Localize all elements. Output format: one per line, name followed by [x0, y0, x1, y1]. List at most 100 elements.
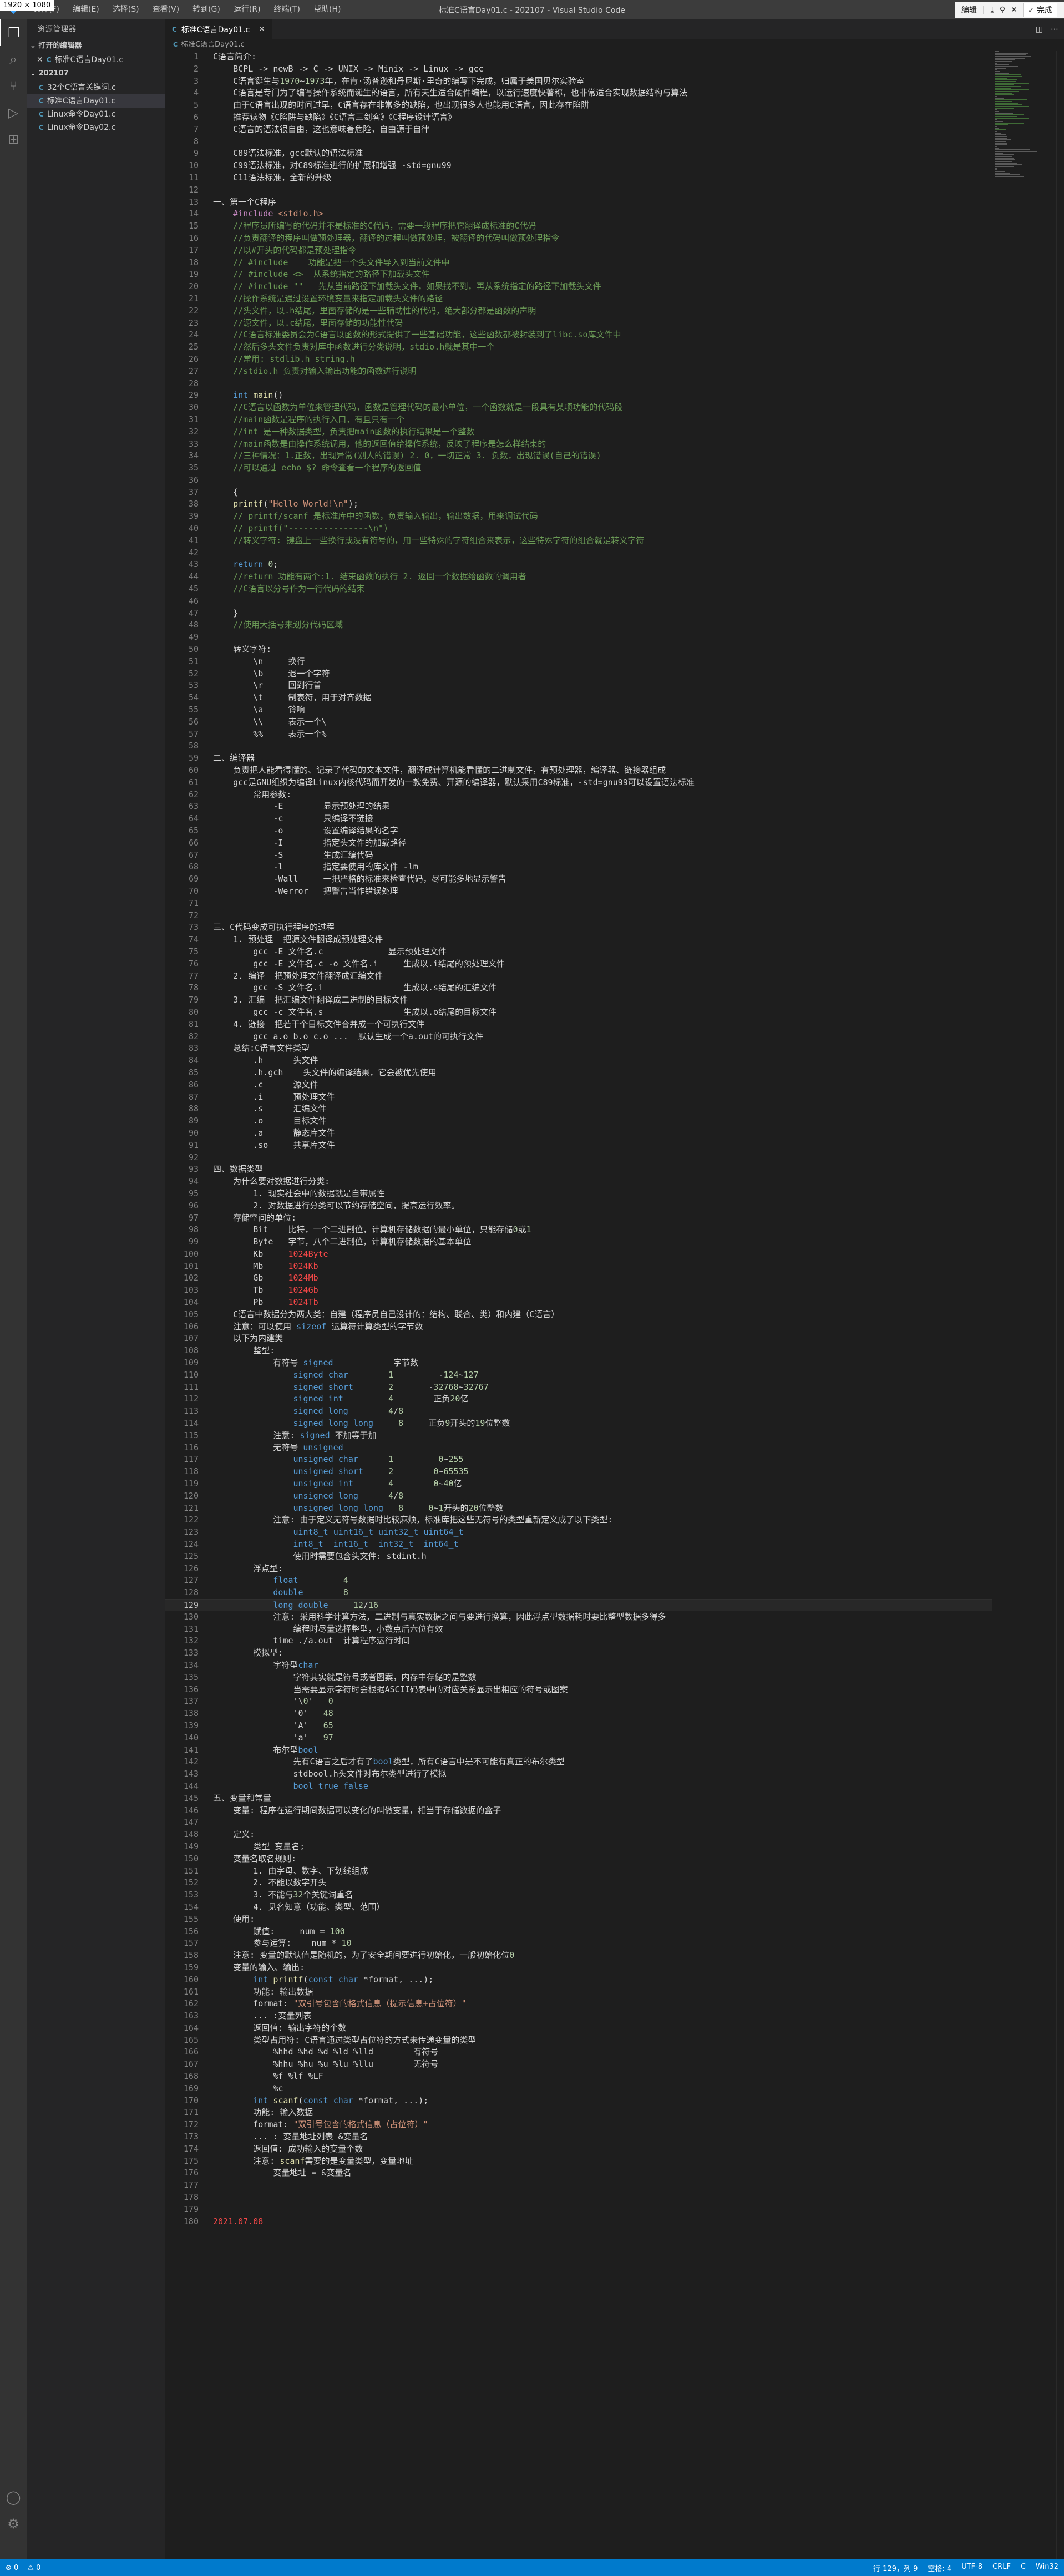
code-line[interactable]: 13 一、第一个C程序 [165, 196, 992, 209]
code-line[interactable]: 55 \a 铃响 [165, 704, 992, 716]
minimap[interactable] [995, 51, 1056, 179]
code-line[interactable]: 98 Bit 比特，一个二进制位，计算机存储数据的最小单位，只能存储0或1 [165, 1224, 992, 1236]
code-line[interactable]: 36 [165, 474, 992, 487]
code-line[interactable]: 66 -I 指定头文件的加载路径 [165, 837, 992, 849]
gear-icon[interactable]: ⚙ [0, 2511, 27, 2537]
extensions-icon[interactable]: ⊞ [0, 126, 27, 153]
code-line[interactable]: 22 //头文件，以.h结尾，里面存储的是一些辅助性的代码，绝大部分都是函数的声… [165, 305, 992, 317]
code-line[interactable]: 6 推荐读物《C陷阱与缺陷》《C语言三剑客》《C程序设计语言》 [165, 112, 992, 124]
code-line[interactable]: 82 gcc a.o b.o c.o ... 默认生成一个a.out的可执行文件 [165, 1031, 992, 1043]
code-line[interactable]: 43 return 0; [165, 559, 992, 571]
code-line[interactable]: 167 %hhu %hu %u %lu %llu 无符号 [165, 2058, 992, 2071]
code-line[interactable]: 137 '\0' 0 [165, 1696, 992, 1708]
code-line[interactable]: 19 // #include <> 从系统指定的路径下加载头文件 [165, 269, 992, 281]
tab-active-file[interactable]: C 标准C语言Day01.c ✕ [165, 19, 272, 39]
code-line[interactable]: 85 .h.gch 头文件的编译结果，它会被优先使用 [165, 1067, 992, 1079]
code-line[interactable]: 31 //main函数是程序的执行入口，有且只有一个 [165, 414, 992, 426]
code-line[interactable]: 61 gcc是GNU组织为编译Linux内核代码而开发的一款免费、开源的编译器，… [165, 777, 992, 789]
code-line[interactable]: 91 .so 共享库文件 [165, 1140, 992, 1152]
code-line[interactable]: 49 [165, 631, 992, 644]
code-line[interactable]: 11 C11语法标准，全新的升级 [165, 172, 992, 184]
code-line[interactable]: 164 返回值: 输出字符的个数 [165, 2022, 992, 2035]
code-line[interactable]: 89 .o 目标文件 [165, 1115, 992, 1127]
code-line[interactable]: 120 unsigned long 4/8 [165, 1490, 992, 1502]
code-line[interactable]: 71 [165, 898, 992, 910]
code-line[interactable]: 12 [165, 184, 992, 196]
code-line[interactable]: 108 整型: [165, 1345, 992, 1357]
code-line[interactable]: 112 signed int 4 正负20亿 [165, 1393, 992, 1405]
code-line[interactable]: 161 功能: 输出数据 [165, 1986, 992, 1998]
code-line[interactable]: 87 .i 预处理文件 [165, 1091, 992, 1104]
code-line[interactable]: 64 -c 只编译不链接 [165, 813, 992, 825]
code-line[interactable]: 126 浮点型: [165, 1563, 992, 1575]
code-line[interactable]: 20 // #include "" 先从当前路径下加载头文件，如果找不到，再从系… [165, 281, 992, 293]
code-line[interactable]: 78 gcc -S 文件名.i 生成以.s结尾的汇编文件 [165, 982, 992, 994]
code-line[interactable]: 135 字符其实就是符号或者图案，内存中存储的是整数 [165, 1672, 992, 1684]
code-line[interactable]: 5 由于C语言出现的时间过早，C语言存在非常多的缺陷，也出现很多人也能用C语言，… [165, 99, 992, 112]
code-line[interactable]: 123 uint8_t uint16_t uint32_t uint64_t [165, 1526, 992, 1538]
code-line[interactable]: 29 int main() [165, 389, 992, 402]
code-line[interactable]: 130 注意: 采用科学计算方法，二进制与真实数据之间与要进行换算，因此浮点型数… [165, 1611, 992, 1623]
code-line[interactable]: 143 stdbool.h头文件对布尔类型进行了模拟 [165, 1768, 992, 1780]
code-line[interactable]: 94 为什么要对数据进行分类: [165, 1176, 992, 1188]
code-line[interactable]: 24 //C语言标准委员会为C语言以函数的形式提供了一些基础功能，这些函数都被封… [165, 329, 992, 341]
menu-item[interactable]: 选择(S) [106, 0, 146, 19]
code-line[interactable]: 52 \b 退一个字符 [165, 668, 992, 680]
code-line[interactable]: 50 转义字符: [165, 644, 992, 656]
code-line[interactable]: 65 -o 设置编译结果的名字 [165, 825, 992, 837]
menu-item[interactable]: 终端(T) [267, 0, 307, 19]
code-line[interactable]: 153 3. 不能与32个关键词重名 [165, 1889, 992, 1901]
code-line[interactable]: 72 [165, 910, 992, 922]
code-line[interactable]: 179 [165, 2204, 992, 2216]
code-line[interactable]: 175 注意: scanf需要的是变量类型，变量地址 [165, 2155, 992, 2168]
code-line[interactable]: 154 4. 见名知意（功能、类型、范围） [165, 1901, 992, 1914]
vertical-scrollbar[interactable] [1056, 51, 1064, 2559]
download-icon[interactable]: ⤓ [991, 6, 994, 14]
code-line[interactable]: 102 Gb 1024Mb [165, 1272, 992, 1284]
code-line[interactable]: 56 \\ 表示一个\ [165, 716, 992, 728]
code-line[interactable]: 160 int printf(const char *format, ...); [165, 1974, 992, 1986]
code-line[interactable]: 133 模拟型: [165, 1647, 992, 1659]
code-line[interactable]: 113 signed long 4/8 [165, 1405, 992, 1418]
code-line[interactable]: 59 二、编译器 [165, 752, 992, 765]
code-line[interactable]: 147 [165, 1816, 992, 1829]
code-line[interactable]: 159 变量的输入、输出: [165, 1962, 992, 1974]
code-line[interactable]: 16 //负责翻译的程序叫做预处理器，翻译的过程叫做预处理，被翻译的代码叫做预处… [165, 232, 992, 245]
open-editors-section[interactable]: ⌄ 打开的编辑器 [27, 39, 165, 53]
code-line[interactable]: 37 { [165, 487, 992, 499]
code-line[interactable]: 96 2. 对数据进行分类可以节约存储空间，提高运行效率。 [165, 1200, 992, 1212]
code-line[interactable]: 171 功能: 输入数据 [165, 2107, 992, 2119]
code-line[interactable]: 121 unsigned long long 8 0~1开头的20位整数 [165, 1502, 992, 1515]
code-line[interactable]: 124 int8_t int16_t int32_t int64_t [165, 1538, 992, 1551]
code-line[interactable]: 42 [165, 547, 992, 559]
file-item[interactable]: C Linux命令Day02.c [27, 121, 165, 134]
code-line[interactable]: 80 gcc -c 文件名.s 生成以.o结尾的目标文件 [165, 1006, 992, 1019]
more-actions-icon[interactable]: ⋯ [1051, 25, 1058, 34]
code-line[interactable]: 88 .s 汇编文件 [165, 1103, 992, 1115]
code-line[interactable]: 51 \n 换行 [165, 656, 992, 668]
close-icon[interactable]: ✕ [37, 53, 43, 67]
code-line[interactable]: 158 注意: 变量的默认值是随机的，为了安全期间要进行初始化，一般初始化位0 [165, 1950, 992, 1962]
menu-item[interactable]: 运行(R) [227, 0, 267, 19]
pin-icon[interactable]: ⚲ [1000, 6, 1005, 14]
code-line[interactable]: 70 -Werror 把警告当作错误处理 [165, 885, 992, 898]
code-line[interactable]: 115 注意: signed 不加等于加 [165, 1430, 992, 1442]
language-mode[interactable]: C [1021, 2563, 1026, 2573]
close-icon[interactable]: ✕ [1011, 6, 1017, 14]
code-line[interactable]: 173 ... : 变量地址列表 &变量名 [165, 2131, 992, 2143]
code-line[interactable]: 104 Pb 1024Tb [165, 1297, 992, 1309]
menu-item[interactable]: 帮助(H) [307, 0, 347, 19]
code-line[interactable]: 41 //转义字符: 键盘上一些换行或没有符号的，用一些特殊的字符组合来表示，这… [165, 535, 992, 547]
code-line[interactable]: 7 C语言的语法很自由，这也意味着危险，自由源于自律 [165, 124, 992, 136]
code-editor[interactable]: 1 C语言简介: 2 BCPL -> newB -> C -> UNIX -> Mi… [165, 51, 992, 2228]
code-line[interactable]: 54 \t 制表符，用于对齐数据 [165, 692, 992, 704]
code-line[interactable]: 53 \r 回到行首 [165, 680, 992, 692]
code-line[interactable]: 110 signed char 1 -124~127 [165, 1369, 992, 1381]
done-button[interactable]: ✓ 完成 [1022, 2, 1057, 17]
code-line[interactable]: 141 布尔型bool [165, 1744, 992, 1757]
code-line[interactable]: 60 负责把人能看得懂的、记录了代码的文本文件，翻译成计算机能看懂的二进制文件，… [165, 765, 992, 777]
code-line[interactable]: 116 无符号 unsigned [165, 1442, 992, 1454]
code-line[interactable]: 176 变量地址 = &变量名 [165, 2167, 992, 2179]
open-editor-item[interactable]: ✕ C 标准C语言Day01.c [27, 53, 165, 67]
code-line[interactable]: 170 int scanf(const char *format, ...); [165, 2095, 992, 2107]
